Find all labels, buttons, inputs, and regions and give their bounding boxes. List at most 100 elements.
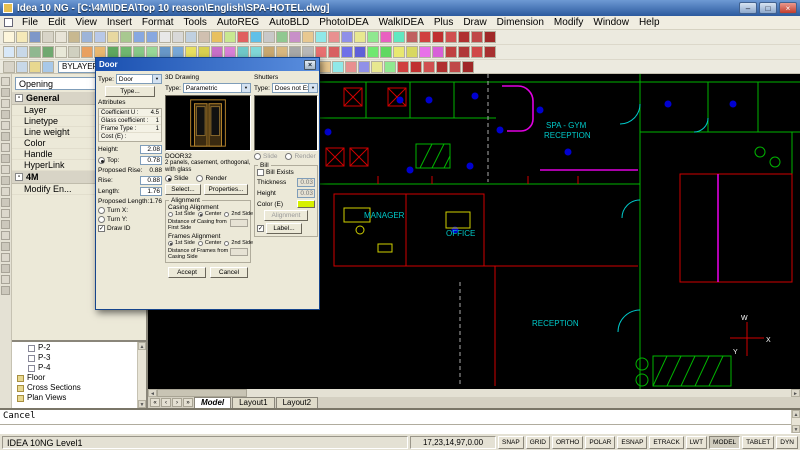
tree-item[interactable]: P-4 [12, 363, 137, 373]
tool-icon[interactable] [462, 61, 474, 73]
tool-icon[interactable] [146, 31, 158, 43]
status-toggle[interactable]: TABLET [742, 436, 774, 449]
tool-icon[interactable] [332, 61, 344, 73]
tool-icon[interactable] [1, 242, 10, 251]
tool-icon[interactable] [471, 31, 483, 43]
tool-icon[interactable] [211, 31, 223, 43]
menu-item[interactable]: AutoREG [212, 16, 264, 30]
tool-icon[interactable] [406, 31, 418, 43]
scroll-right-icon[interactable]: ► [791, 389, 800, 397]
turn-y-radio[interactable] [98, 216, 105, 223]
render-radio[interactable] [196, 175, 203, 182]
cancel-button[interactable]: Cancel [210, 267, 248, 278]
tool-icon[interactable] [1, 264, 10, 273]
tool-icon[interactable] [302, 31, 314, 43]
tool-icon[interactable] [133, 31, 145, 43]
tool-icon[interactable] [68, 46, 80, 58]
dialog-close-icon[interactable]: × [304, 60, 316, 70]
attribute-row[interactable]: Frame Type : 1 [99, 125, 161, 133]
scroll-down-icon[interactable]: ▼ [792, 425, 800, 433]
tool-icon[interactable] [1, 187, 10, 196]
turn-x-radio[interactable] [98, 207, 105, 214]
tool-icon[interactable] [3, 31, 15, 43]
frames-1st-radio[interactable] [168, 241, 173, 246]
attribute-row[interactable]: Cost (E) : [99, 133, 161, 141]
status-toggle[interactable]: SNAP [498, 436, 524, 449]
tool-icon[interactable] [81, 31, 93, 43]
select-button[interactable]: Select... [165, 184, 201, 195]
frames-center-radio[interactable] [198, 241, 203, 246]
tree-item[interactable]: Floor [12, 373, 137, 383]
menu-item[interactable]: AutoBLD [264, 16, 314, 30]
tool-icon[interactable] [16, 31, 28, 43]
tool-icon[interactable] [397, 61, 409, 73]
scroll-up-icon[interactable]: ▲ [138, 342, 146, 350]
menu-item[interactable]: Plus [429, 16, 458, 30]
status-toggle[interactable]: ETRACK [649, 436, 683, 449]
tool-icon[interactable] [29, 31, 41, 43]
status-toggle[interactable]: MODEL [709, 436, 740, 449]
tool-icon[interactable] [42, 31, 54, 43]
tool-icon[interactable] [458, 46, 470, 58]
menu-item[interactable]: PhotoIDEA [314, 16, 373, 30]
tool-icon[interactable] [458, 31, 470, 43]
tool-icon[interactable] [250, 31, 262, 43]
frames-2nd-radio[interactable] [224, 241, 229, 246]
menu-item[interactable]: Dimension [492, 16, 549, 30]
tool-icon[interactable] [3, 61, 15, 73]
menu-item[interactable]: Edit [43, 16, 70, 30]
status-toggle[interactable]: ESNAP [617, 436, 647, 449]
chevron-down-icon[interactable]: ▼ [241, 84, 250, 92]
tree-item[interactable]: P-2 [12, 343, 137, 353]
casing-distance-field[interactable] [230, 219, 248, 227]
tool-icon[interactable] [484, 46, 496, 58]
layout-tab[interactable]: Layout2 [276, 397, 318, 408]
tool-icon[interactable] [29, 46, 41, 58]
tool-icon[interactable] [371, 61, 383, 73]
menu-item[interactable]: Tools [179, 16, 212, 30]
tab-nav-button[interactable]: ‹ [161, 398, 171, 407]
tool-icon[interactable] [3, 46, 15, 58]
tool-icon[interactable] [354, 31, 366, 43]
tool-icon[interactable] [445, 46, 457, 58]
tool-icon[interactable] [1, 121, 10, 130]
tool-icon[interactable] [1, 275, 10, 284]
tool-icon[interactable] [68, 31, 80, 43]
tool-icon[interactable] [237, 31, 249, 43]
tool-icon[interactable] [29, 61, 41, 73]
tree-item[interactable]: P-3 [12, 353, 137, 363]
tool-icon[interactable] [276, 31, 288, 43]
maximize-button[interactable]: □ [759, 2, 777, 14]
tool-icon[interactable] [432, 31, 444, 43]
casing-center-radio[interactable] [198, 212, 203, 217]
tool-icon[interactable] [341, 46, 353, 58]
command-scrollbar[interactable]: ▲ ▼ [791, 410, 800, 433]
tool-icon[interactable] [185, 31, 197, 43]
bill-exists-checkbox[interactable] [257, 169, 264, 176]
bill-thickness-field[interactable]: 0.03 [297, 178, 315, 187]
tool-icon[interactable] [1, 231, 10, 240]
tool-icon[interactable] [484, 31, 496, 43]
shutters-type-select[interactable]: Does not Exist ▼ [272, 83, 318, 93]
status-toggle[interactable]: ORTHO [552, 436, 583, 449]
tab-nav-button[interactable]: » [183, 398, 193, 407]
menu-item[interactable]: Help [634, 16, 665, 30]
tool-icon[interactable] [423, 61, 435, 73]
menu-item[interactable]: Insert [102, 16, 137, 30]
tree-scrollbar[interactable]: ▲ ▼ [137, 342, 146, 408]
bill-alignment-button[interactable]: Alignment [264, 210, 308, 221]
scroll-down-icon[interactable]: ▼ [138, 400, 146, 408]
tool-icon[interactable] [107, 31, 119, 43]
status-toggle[interactable]: DYN [776, 436, 798, 449]
tool-icon[interactable] [1, 99, 10, 108]
draw-id-checkbox[interactable]: ✓ [98, 225, 105, 232]
menu-item[interactable]: WalkIDEA [374, 16, 429, 30]
type-button[interactable]: Type... [105, 86, 155, 97]
tool-icon[interactable] [1, 220, 10, 229]
casing-2nd-radio[interactable] [224, 212, 229, 217]
tool-icon[interactable] [319, 61, 331, 73]
tool-icon[interactable] [345, 61, 357, 73]
dialog-titlebar[interactable]: Door × [96, 58, 319, 71]
tool-icon[interactable] [1, 110, 10, 119]
tool-icon[interactable] [42, 46, 54, 58]
